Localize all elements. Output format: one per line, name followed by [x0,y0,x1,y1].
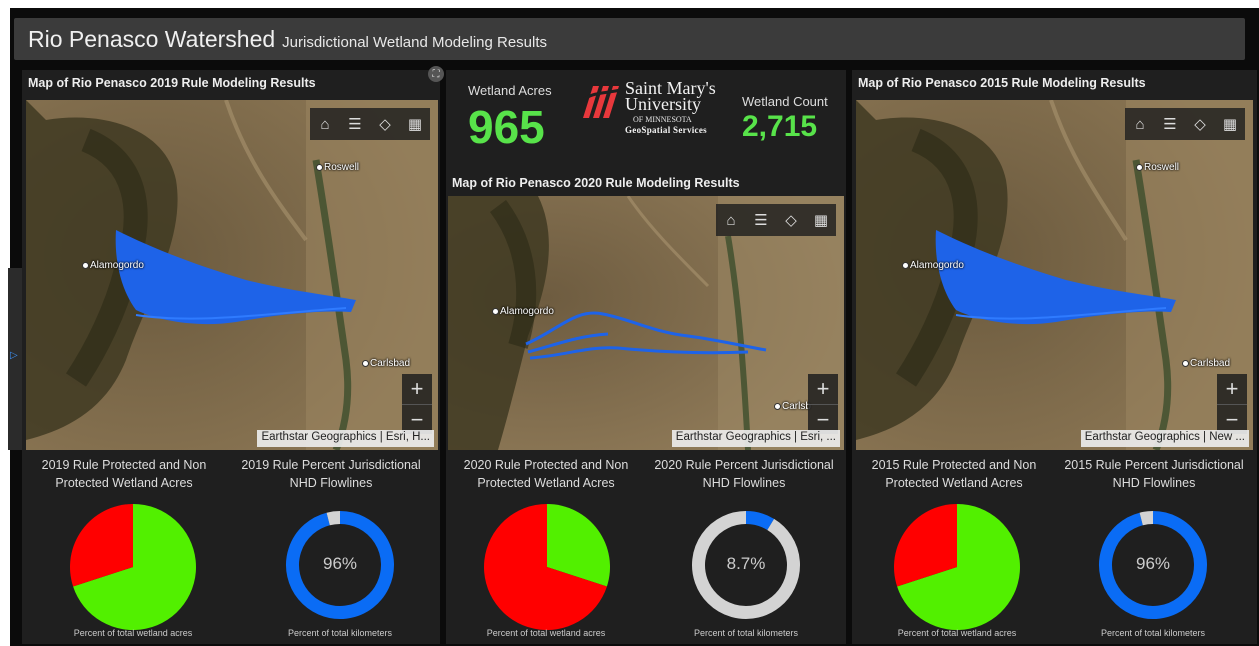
map-attribution[interactable]: Earthstar Geographics | Esri, ... [671,430,840,447]
panel-2015: Map of Rio Penasco 2015 Rule Modeling Re… [852,70,1257,644]
dashboard-title: Rio Penasco Watershed [28,26,276,52]
logo-line-3: OF MINNESOTA [633,115,692,124]
basemap-gallery-icon[interactable]: ▦ [400,108,430,140]
smu-geospatial-logo: Saint Mary's University OF MINNESOTA Geo… [579,79,719,140]
pie-title-2019: 2019 Rule Protected and Non Protected We… [41,458,207,490]
home-icon[interactable]: ⌂ [310,108,340,140]
satellite-basemap [26,100,438,450]
city-label-carlsbad: Carlsb [774,401,811,412]
expand-icon[interactable]: ⛶ [428,66,444,82]
map-attribution[interactable]: Earthstar Geographics | New ... [1080,430,1249,447]
donut-center-label-2015: 96% [1135,554,1171,573]
pie-chart-2019 [69,504,196,630]
zoom-in-button[interactable]: + [1217,374,1247,404]
ring-title-2015: 2015 Rule Percent Jurisdictional NHD Flo… [1064,458,1244,490]
wetland-acres-label: Wetland Acres [468,83,552,98]
donut-segment-1-0[interactable] [745,511,775,531]
legend-list-icon[interactable]: ☰ [746,204,776,236]
pie-caption-2019: Percent of total wetland acres [73,628,193,638]
ring-caption-2015: Percent of total kilometers [1100,628,1206,638]
map-toolbar: ⌂ ☰ ◇ ▦ [310,108,430,140]
map-2019[interactable]: Roswell Alamogordo Carlsbad ⌂ ☰ ◇ ▦ + − … [26,100,438,450]
ring-title-2019: 2019 Rule Percent Jurisdictional NHD Flo… [241,458,421,490]
city-label-roswell: Roswell [1136,162,1179,173]
basemap-gallery-icon[interactable]: ▦ [806,204,836,236]
home-icon[interactable]: ⌂ [716,204,746,236]
map-title-2020: Map of Rio Penasco 2020 Rule Modeling Re… [452,176,740,190]
zoom-controls: + − [402,374,432,434]
dashboard-subtitle: Jurisdictional Wetland Modeling Results [282,34,548,51]
chevron-right-icon: ▷ [10,350,18,361]
donut-segment-2-1[interactable] [1139,511,1154,526]
home-icon[interactable]: ⌂ [1125,108,1155,140]
donut-center-label-2019: 96% [322,554,358,573]
map-title-2019: Map of Rio Penasco 2019 Rule Modeling Re… [28,76,316,90]
logo-line-4: GeoSpatial Services [625,125,707,135]
zoom-controls: + − [1217,374,1247,434]
pie-caption-2020: Percent of total wetland acres [486,628,606,638]
map-2020[interactable]: Alamogordo Carlsb ⌂ ☰ ◇ ▦ + − Earthstar … [448,196,844,450]
ring-caption-2019: Percent of total kilometers [287,628,393,638]
wetland-count-label: Wetland Count [742,94,828,109]
layers-icon[interactable]: ◇ [1185,108,1215,140]
pie-title-2015: 2015 Rule Protected and Non Protected We… [871,458,1037,490]
legend-list-icon[interactable]: ☰ [340,108,370,140]
pie-chart-2020 [484,504,610,630]
satellite-basemap [856,100,1253,450]
side-panel-toggle[interactable]: ▷ [8,268,22,450]
city-label-alamogordo: Alamogordo [492,306,554,317]
layers-icon[interactable]: ◇ [370,108,400,140]
donut-segment-0-1[interactable] [326,511,341,526]
wetland-count-value: 2,715 [742,110,818,143]
zoom-controls: + − [808,374,838,434]
city-label-alamogordo: Alamogordo [902,260,964,271]
panel-2020: Wetland Acres 965 Saint Mary's Universit… [446,70,846,644]
map-toolbar: ⌂ ☰ ◇ ▦ [716,204,836,236]
donut-center-label-2020: 8.7% [726,554,766,573]
ring-caption-2020: Percent of total kilometers [693,628,799,638]
pie-chart-2015 [894,504,1020,630]
dashboard-header: Rio Penasco Watershed Jurisdictional Wet… [14,18,1245,60]
wetland-acres-value: 965 [468,101,545,153]
map-title-2015: Map of Rio Penasco 2015 Rule Modeling Re… [858,76,1146,90]
basemap-gallery-icon[interactable]: ▦ [1215,108,1245,140]
legend-list-icon[interactable]: ☰ [1155,108,1185,140]
pie-title-2020: 2020 Rule Protected and Non Protected We… [463,458,629,490]
pie-caption-2015: Percent of total wetland acres [897,628,1017,638]
zoom-in-button[interactable]: + [402,374,432,404]
logo-line-2: University [625,94,701,114]
panel-2019: Map of Rio Penasco 2019 Rule Modeling Re… [22,70,440,644]
smu-logo-mark-icon [579,86,622,118]
map-attribution[interactable]: Earthstar Geographics | Esri, H... [257,430,434,447]
city-label-alamogordo: Alamogordo [82,260,144,271]
city-label-roswell: Roswell [316,162,359,173]
map-toolbar: ⌂ ☰ ◇ ▦ [1125,108,1245,140]
zoom-in-button[interactable]: + [808,374,838,404]
ring-title-2020: 2020 Rule Percent Jurisdictional NHD Flo… [654,458,834,490]
layers-icon[interactable]: ◇ [776,204,806,236]
city-label-carlsbad: Carlsbad [362,358,410,369]
map-2015[interactable]: Roswell Alamogordo Carlsbad ⌂ ☰ ◇ ▦ + − … [856,100,1253,450]
city-label-carlsbad: Carlsbad [1182,358,1230,369]
